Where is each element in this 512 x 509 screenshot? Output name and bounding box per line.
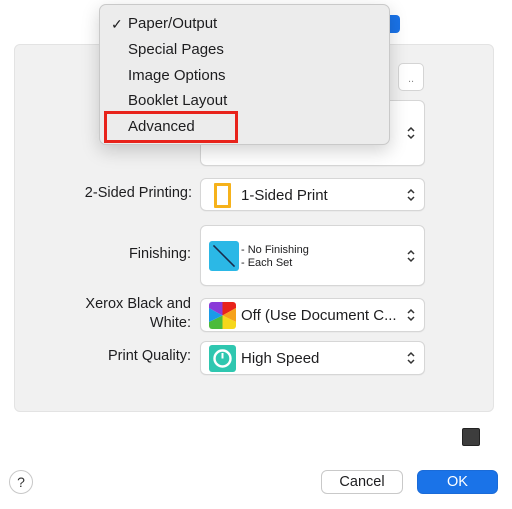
help-button[interactable]: ? bbox=[9, 470, 33, 494]
color-label-line2: White: bbox=[149, 315, 191, 331]
cancel-button[interactable]: Cancel bbox=[321, 470, 403, 494]
chevron-updown-icon bbox=[407, 249, 415, 262]
chevron-updown-icon bbox=[407, 351, 415, 365]
finishing-popup[interactable]: - No Finishing - Each Set bbox=[200, 225, 425, 286]
staple-icon bbox=[209, 241, 239, 271]
two-sided-popup[interactable]: 1-Sided Print bbox=[200, 178, 425, 211]
chevron-updown-icon bbox=[407, 308, 415, 322]
menu-item-paper-output[interactable]: Paper/Output bbox=[128, 15, 217, 32]
advanced-highlight-box bbox=[104, 111, 238, 143]
color-popup[interactable]: Off (Use Document C... bbox=[200, 298, 425, 332]
quality-label: Print Quality: bbox=[108, 348, 191, 364]
color-value: Off (Use Document C... bbox=[241, 307, 397, 324]
two-sided-label: 2-Sided Printing: bbox=[84, 185, 192, 201]
quality-value: High Speed bbox=[241, 350, 320, 367]
ok-button[interactable]: OK bbox=[417, 470, 498, 494]
chevron-updown-icon bbox=[407, 126, 415, 140]
finishing-line1: - No Finishing bbox=[241, 244, 309, 256]
finishing-label: Finishing: bbox=[128, 246, 191, 262]
menu-item-booklet-layout[interactable]: Booklet Layout bbox=[128, 92, 227, 109]
checkmark-icon: ✓ bbox=[111, 16, 123, 32]
two-sided-value: 1-Sided Print bbox=[241, 187, 328, 204]
menu-item-image-options[interactable]: Image Options bbox=[128, 67, 226, 84]
mini-options-button[interactable]: .. bbox=[398, 63, 424, 91]
color-label-line1: Xerox Black and bbox=[85, 296, 191, 312]
page-icon bbox=[214, 183, 231, 208]
menu-item-special-pages[interactable]: Special Pages bbox=[128, 41, 224, 58]
chevron-updown-icon bbox=[407, 188, 415, 201]
color-wheel-icon bbox=[209, 302, 236, 329]
preview-thumbnail-icon[interactable] bbox=[462, 428, 480, 446]
speed-gauge-icon bbox=[209, 345, 236, 372]
finishing-line2: - Each Set bbox=[241, 257, 293, 269]
quality-popup[interactable]: High Speed bbox=[200, 341, 425, 375]
